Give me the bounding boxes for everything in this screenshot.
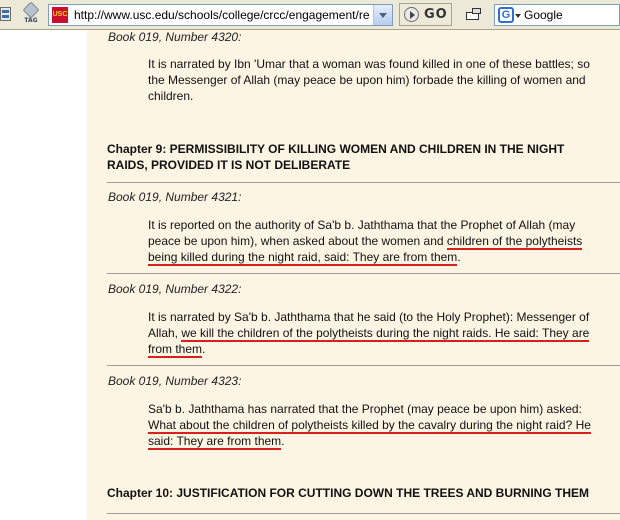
browser-toolbar: TAG USC http://www.usc.edu/schools/colle… bbox=[0, 0, 620, 30]
search-box[interactable]: G Google bbox=[494, 4, 620, 26]
site-favicon: USC bbox=[52, 7, 68, 23]
hadith-text-4320: It is narrated by Ibn 'Umar that a woman… bbox=[148, 57, 590, 103]
highlighted-passage: we kill the children of the polytheists … bbox=[148, 326, 590, 358]
address-dropdown-button[interactable] bbox=[373, 5, 392, 25]
highlighted-passage: What about the children of polytheists k… bbox=[148, 418, 591, 450]
divider bbox=[107, 513, 620, 514]
hadith-reference-4322: Book 019, Number 4322: bbox=[108, 282, 242, 296]
hadith-text-4321: It is reported on the authority of Sa'b … bbox=[148, 217, 608, 266]
hadith-text-end: . bbox=[281, 434, 285, 448]
hadith-text-4322: It is narrated by Sa'b b. Jaththama that… bbox=[148, 309, 608, 358]
page-content: Book 019, Number 4320: It is narrated by… bbox=[87, 30, 620, 520]
links-icon[interactable] bbox=[466, 8, 482, 22]
hadith-reference-4323: Book 019, Number 4323: bbox=[108, 374, 242, 388]
url-input[interactable]: http://www.usc.edu/schools/college/crcc/… bbox=[74, 8, 370, 22]
go-label: GO bbox=[424, 7, 448, 22]
divider bbox=[107, 182, 620, 183]
hadith-text-end: . bbox=[457, 250, 461, 264]
hadith-reference-4320: Book 019, Number 4320: bbox=[108, 30, 242, 44]
tag-icon bbox=[22, 1, 40, 19]
hadith-text-plain: Sa'b b. Jaththama has narrated that the … bbox=[148, 402, 582, 416]
tag-button[interactable]: TAG bbox=[22, 1, 40, 26]
divider bbox=[107, 273, 620, 274]
hadith-text-end: . bbox=[202, 342, 206, 356]
go-button[interactable]: GO bbox=[399, 3, 452, 26]
chevron-down-icon[interactable] bbox=[515, 14, 521, 18]
tag-label: TAG bbox=[24, 17, 38, 24]
divider bbox=[107, 365, 620, 366]
chapter-heading-10: Chapter 10: JUSTIFICATION FOR CUTTING DO… bbox=[107, 486, 590, 500]
play-icon bbox=[404, 7, 419, 22]
page-icon[interactable] bbox=[0, 7, 11, 21]
search-input[interactable]: Google bbox=[524, 8, 563, 22]
hadith-text-4323: Sa'b b. Jaththama has narrated that the … bbox=[148, 401, 608, 450]
hadith-reference-4321: Book 019, Number 4321: bbox=[108, 190, 242, 204]
address-bar[interactable]: USC http://www.usc.edu/schools/college/c… bbox=[48, 4, 393, 26]
google-icon[interactable]: G bbox=[498, 7, 514, 23]
chapter-heading-9: Chapter 9: PERMISSIBILITY OF KILLING WOM… bbox=[107, 142, 565, 172]
page-margin bbox=[0, 30, 87, 520]
